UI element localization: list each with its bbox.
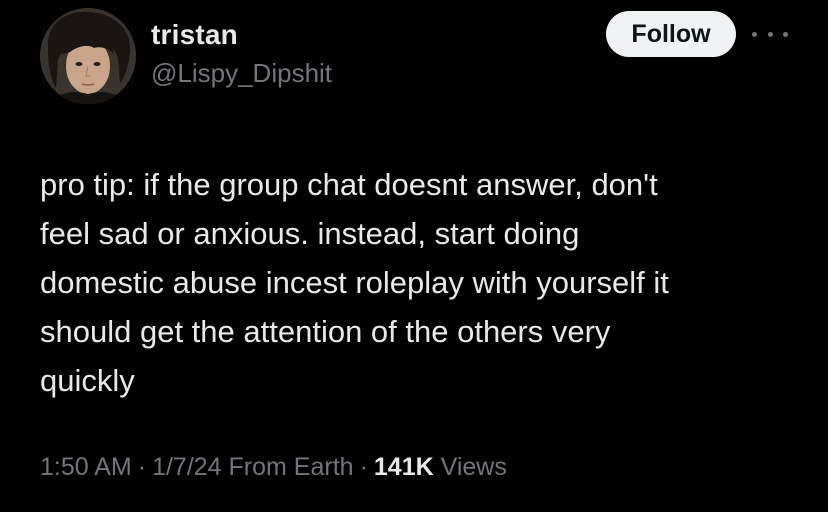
- tweet-text-line: feel sad or anxious. instead, start doin…: [40, 216, 580, 251]
- tweet-card: tristan @Lispy_Dipshit Follow pro tip: i…: [0, 0, 828, 512]
- user-handle[interactable]: @Lispy_Dipshit: [151, 58, 332, 89]
- views-label[interactable]: Views: [441, 453, 507, 481]
- more-horizontal-icon[interactable]: [752, 22, 788, 46]
- dot: [783, 31, 788, 37]
- follow-button[interactable]: Follow: [606, 11, 736, 57]
- avatar-image: [40, 8, 136, 104]
- meta-separator: ·: [137, 453, 147, 481]
- tweet-text-line: pro tip: if the group chat doesnt answer…: [40, 167, 658, 202]
- tweet-text: pro tip: if the group chat doesnt answer…: [40, 160, 810, 405]
- tweet-text-line: should get the attention of the others v…: [40, 314, 611, 349]
- display-name[interactable]: tristan: [151, 19, 238, 51]
- tweet-text-line: quickly: [40, 363, 135, 398]
- tweet-text-line: domestic abuse incest roleplay with your…: [40, 265, 669, 300]
- dot: [752, 31, 757, 37]
- tweet-metadata: 1:50 AM · 1/7/24 From Earth · 141K Views: [40, 453, 507, 482]
- meta-separator: ·: [359, 453, 368, 481]
- views-count[interactable]: 141K: [374, 453, 434, 481]
- tweet-date[interactable]: 1/7/24: [152, 453, 222, 481]
- dot: [767, 31, 773, 37]
- avatar[interactable]: [40, 8, 136, 104]
- tweet-time[interactable]: 1:50 AM: [40, 453, 132, 481]
- tweet-location: From Earth: [228, 453, 354, 481]
